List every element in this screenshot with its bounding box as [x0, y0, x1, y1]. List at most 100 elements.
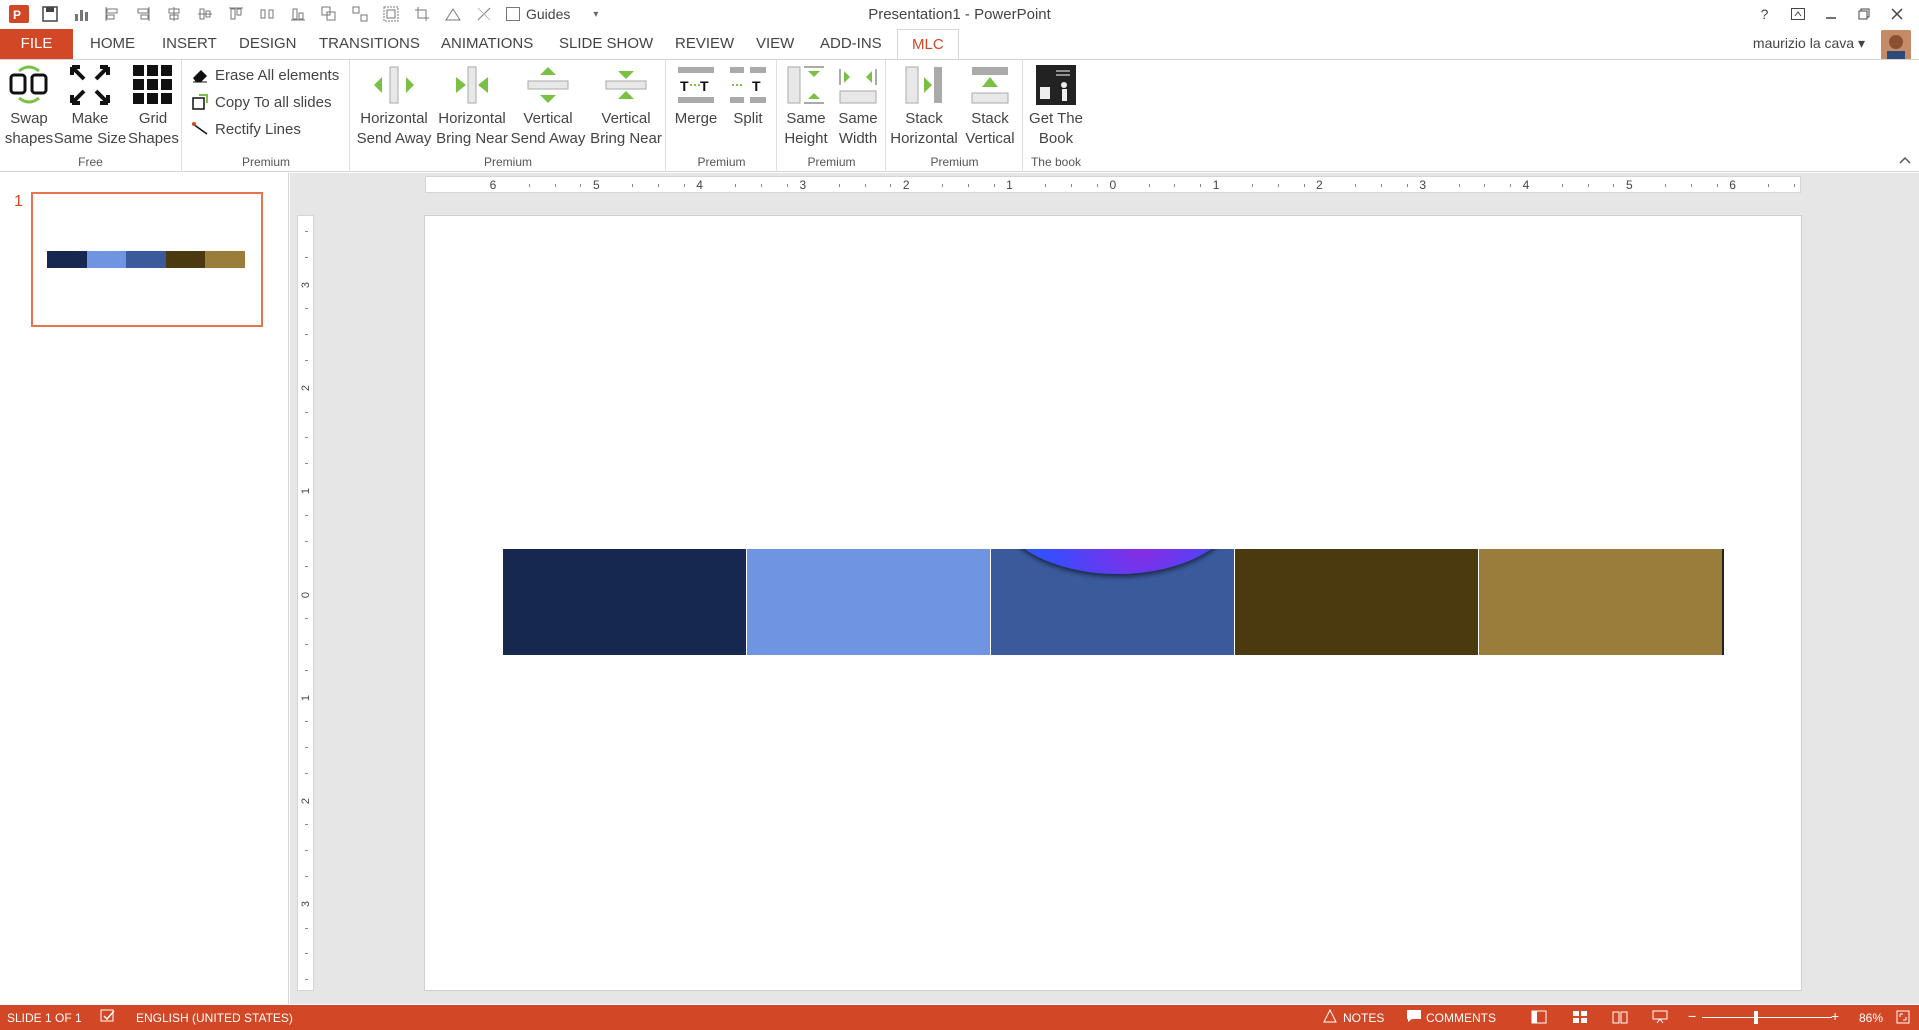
group-premium-send-bring: Horizontal Send Away Horizontal Bring Ne… [351, 60, 666, 172]
grid-label-2: Shapes [128, 130, 179, 147]
tab-design[interactable]: DESIGN [225, 29, 311, 59]
vsa-label-2: Send Away [510, 130, 586, 147]
slide-counter[interactable]: SLIDE 1 OF 1 [7, 1011, 82, 1025]
close-icon[interactable] [1880, 2, 1913, 26]
help-icon[interactable]: ? [1748, 2, 1781, 26]
merge-label: Merge [674, 110, 718, 127]
stack-vertical-icon [968, 63, 1012, 107]
color-block-2[interactable] [746, 549, 990, 655]
ruler-v-tick [305, 876, 308, 877]
horizontal-bring-near-button[interactable]: Horizontal Bring Near [433, 63, 511, 149]
stack-vertical-button[interactable]: Stack Vertical [959, 63, 1021, 149]
tab-home[interactable]: HOME [76, 29, 149, 59]
minimize-icon[interactable] [1814, 2, 1847, 26]
ruler-h-tick [1174, 184, 1176, 187]
zoom-slider-track[interactable] [1702, 1017, 1832, 1018]
fit-to-window-icon[interactable] [1896, 1010, 1910, 1027]
comments-button[interactable]: COMMENTS [1426, 1011, 1496, 1025]
zoom-slider-handle[interactable] [1754, 1011, 1758, 1024]
ruler-h-tick [967, 184, 969, 187]
restore-icon[interactable] [1847, 2, 1880, 26]
color-block-4[interactable] [1234, 549, 1478, 655]
ruler-h-tick [735, 184, 737, 187]
horizontal-send-away-icon [372, 63, 416, 107]
tab-animations[interactable]: ANIMATIONS [427, 29, 547, 59]
vertical-send-away-button[interactable]: Vertical Send Away [509, 63, 587, 149]
ruler-h-tick [1277, 184, 1279, 187]
tab-transitions[interactable]: TRANSITIONS [305, 29, 434, 59]
same-height-button[interactable]: Same Height [780, 63, 832, 149]
ruler-h-tick [1690, 184, 1692, 187]
color-block-group[interactable] [503, 549, 1724, 655]
zoom-in-icon[interactable]: + [1831, 1008, 1839, 1024]
horizontal-send-away-button[interactable]: Horizontal Send Away [355, 63, 433, 149]
thumbnail-block-2 [86, 251, 127, 268]
group-the-book: Get The Book The book [1024, 60, 1088, 172]
group-label-premium-1: Premium [241, 155, 290, 169]
tab-view[interactable]: VIEW [742, 29, 808, 59]
ruler-h-tick [993, 184, 995, 187]
vertical-bring-near-button[interactable]: Vertical Bring Near [587, 63, 665, 149]
tab-mlc[interactable]: MLC [897, 29, 959, 60]
make-label-1: Make [71, 110, 109, 127]
erase-all-elements-button[interactable]: Erase All elements [191, 64, 339, 86]
get-the-book-button[interactable]: Get The Book [1028, 63, 1084, 149]
ruler-h-tick [1071, 184, 1073, 187]
hsa-label-1: Horizontal [360, 110, 428, 127]
language-indicator[interactable]: ENGLISH (UNITED STATES) [136, 1011, 293, 1025]
stack-horizontal-button[interactable]: Stack Horizontal [889, 63, 959, 149]
ruler-h-label: 1 [1006, 178, 1013, 192]
ruler-h-tick [942, 184, 944, 187]
split-label: Split [733, 110, 763, 127]
ruler-v-tick [305, 618, 308, 619]
user-account[interactable]: maurizio la cava ▾ [1753, 35, 1865, 52]
color-block-1[interactable] [503, 549, 746, 655]
copy-to-all-slides-button[interactable]: Copy To all slides [191, 91, 331, 113]
ruler-h-tick [1303, 184, 1305, 187]
tab-add-ins[interactable]: ADD-INS [806, 29, 896, 59]
slide-thumbnail[interactable] [31, 192, 263, 327]
collapse-ribbon-icon[interactable] [1899, 153, 1911, 167]
thumbnail-number: 1 [14, 193, 23, 210]
thumbnail-block-4 [165, 251, 206, 268]
avatar[interactable] [1881, 30, 1911, 60]
grid-shapes-button[interactable]: Grid Shapes [128, 63, 179, 149]
ruler-h-tick [890, 184, 892, 187]
normal-view-icon[interactable] [1531, 1010, 1547, 1027]
tab-review[interactable]: REVIEW [661, 29, 748, 59]
tab-slide-show[interactable]: SLIDE SHOW [545, 29, 667, 59]
window-title: Presentation1 - PowerPoint [868, 6, 1051, 23]
ruler-h-tick [1096, 184, 1098, 187]
split-button[interactable]: T Split [723, 63, 773, 129]
slide-canvas[interactable] [424, 215, 1802, 991]
ruler-v-tick [305, 669, 308, 671]
spell-check-icon[interactable] [100, 1009, 116, 1026]
tab-file[interactable]: FILE [0, 29, 73, 59]
hbn-label-2: Bring Near [436, 130, 508, 147]
swap-shapes-button[interactable]: Swap shapes [4, 63, 54, 149]
slide-sorter-icon[interactable] [1572, 1010, 1588, 1027]
book-label-1: Get The [1029, 110, 1083, 127]
ruler-h-tick [528, 184, 530, 187]
notes-button[interactable]: NOTES [1343, 1011, 1384, 1025]
vertical-send-away-icon [526, 63, 570, 107]
vertical-ruler: 3 2 1 0 1 2 3 [297, 215, 314, 991]
rectify-lines-button[interactable]: Rectify Lines [191, 118, 301, 140]
ruler-v-tick [305, 411, 308, 413]
ruler-h-tick [1458, 184, 1460, 187]
rectify-label: Rectify Lines [215, 120, 301, 138]
merge-button[interactable]: TT Merge [671, 63, 721, 129]
slide-show-icon[interactable] [1652, 1010, 1668, 1027]
reading-view-icon[interactable] [1612, 1010, 1628, 1027]
zoom-out-icon[interactable]: − [1688, 1008, 1696, 1024]
same-width-button[interactable]: Same Width [832, 63, 884, 149]
group-label-premium-3: Premium [697, 155, 746, 169]
stack-h-label-2: Horizontal [890, 130, 958, 147]
ruler-v-tick [305, 747, 308, 748]
same-width-icon [836, 63, 880, 107]
tab-insert[interactable]: INSERT [148, 29, 231, 59]
zoom-level[interactable]: 86% [1859, 1011, 1883, 1025]
make-same-size-button[interactable]: Make Same Size [52, 63, 128, 149]
ribbon-display-icon[interactable] [1781, 2, 1814, 26]
color-block-5[interactable] [1478, 549, 1724, 655]
